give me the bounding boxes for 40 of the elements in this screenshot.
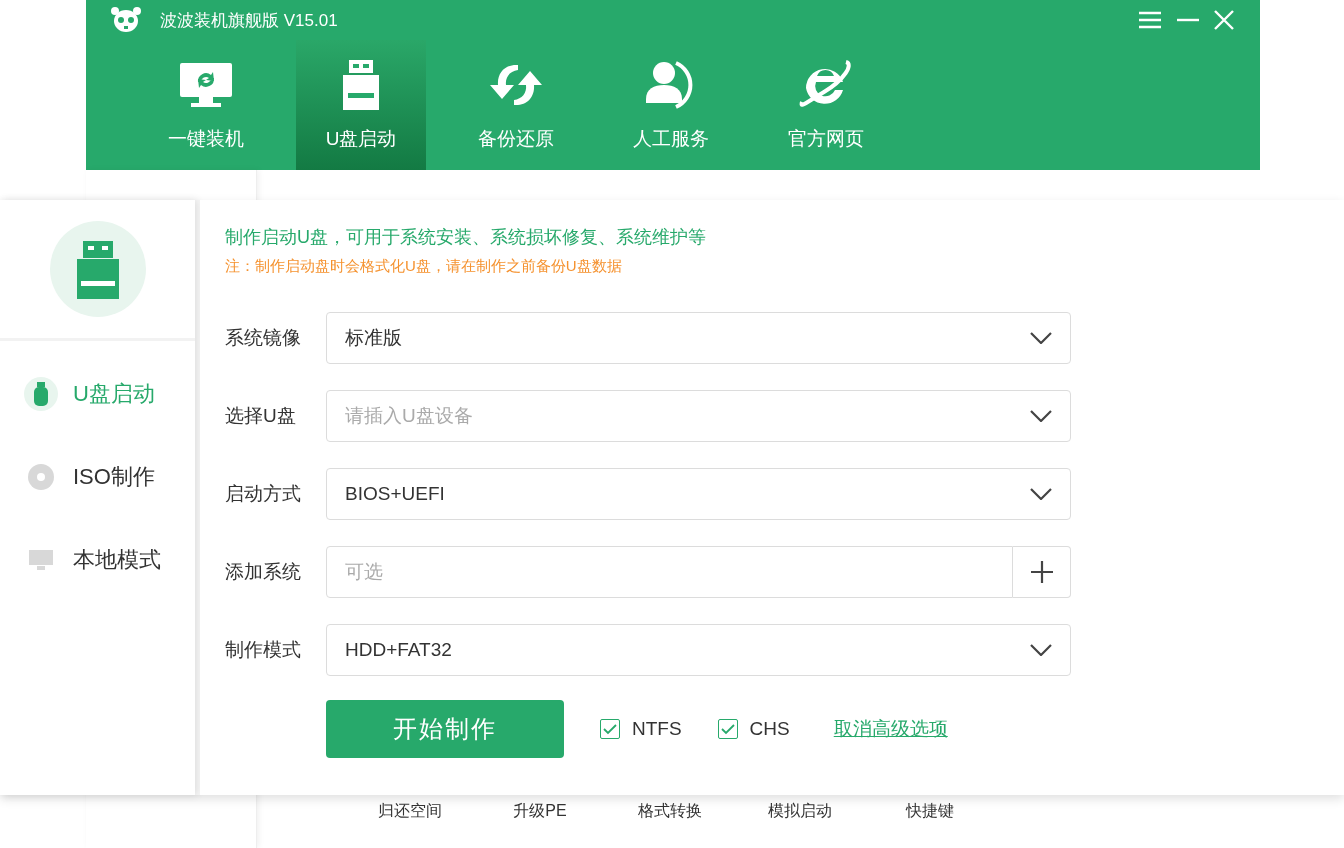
field-label: 添加系统: [225, 560, 302, 584]
chevron-down-icon: [1030, 488, 1052, 500]
plus-icon: [1029, 560, 1054, 584]
chevron-down-icon: [1030, 332, 1052, 344]
sidebar-item[interactable]: 本地模式: [0, 518, 195, 601]
usb-drive-icon: [24, 376, 58, 411]
checkbox-label[interactable]: CHS: [749, 718, 790, 740]
toolbar-link[interactable]: 归还空间: [345, 801, 475, 822]
field-label: 系统镜像: [225, 326, 302, 350]
headline-text: 制作启动U盘，可用于系统安装、系统损坏修复、系统维护等: [225, 226, 707, 249]
checkbox[interactable]: [600, 719, 620, 739]
toolbar-link[interactable]: 格式转换: [605, 801, 735, 822]
checkbox-label[interactable]: NTFS: [632, 718, 682, 740]
toolbar-link[interactable]: 模拟启动: [735, 801, 865, 822]
minimize-icon[interactable]: [1176, 18, 1200, 22]
chevron-down-icon: [1030, 410, 1052, 422]
dropdown-field[interactable]: BIOS+UEFI: [326, 468, 1071, 520]
field-label: 启动方式: [225, 482, 302, 506]
warning-note: 注：制作启动盘时会格式化U盘，请在制作之前备份U盘数据: [225, 256, 623, 276]
disc-icon: [27, 462, 55, 491]
field-label: 选择U盘: [225, 404, 297, 428]
chevron-down-icon: [1030, 644, 1052, 656]
usb-drive-icon: [49, 221, 146, 317]
dropdown-field[interactable]: HDD+FAT32: [326, 624, 1071, 676]
usb-drive-icon: [342, 59, 380, 111]
checkbox[interactable]: [717, 719, 738, 739]
sidebar-item[interactable]: ISO制作: [0, 435, 195, 518]
nav-tab[interactable]: U盘启动: [296, 40, 426, 170]
toolbar-link[interactable]: 升级PE: [475, 801, 605, 822]
monitor-icon: [28, 548, 54, 571]
input-field[interactable]: 可选: [326, 546, 1013, 598]
window-title: 波波装机旗舰版 V15.01: [160, 9, 339, 32]
field-label: 制作模式: [225, 638, 302, 662]
toolbar-link[interactable]: 快捷键: [865, 801, 995, 822]
close-icon[interactable]: [1214, 10, 1234, 30]
add-button[interactable]: [1013, 546, 1071, 598]
dropdown-field[interactable]: 标准版: [326, 312, 1071, 364]
monitor-icon: [179, 62, 233, 108]
menu-icon[interactable]: [1138, 11, 1162, 29]
panda-logo-icon: [110, 6, 142, 34]
